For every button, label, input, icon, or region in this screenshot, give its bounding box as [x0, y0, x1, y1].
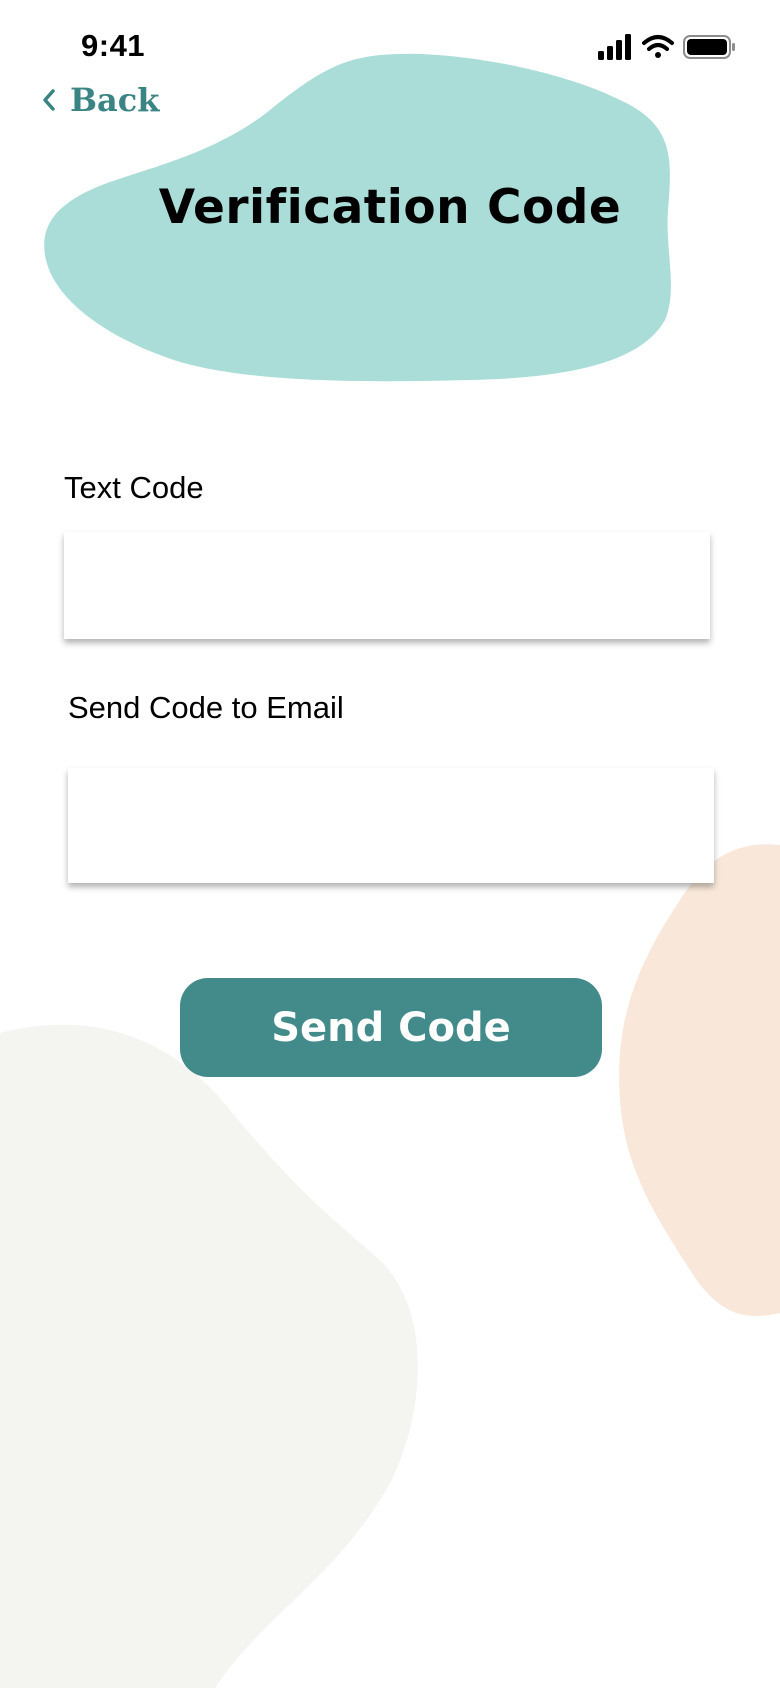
status-icons	[598, 34, 735, 60]
cellular-signal-icon	[598, 34, 631, 60]
text-code-label: Text Code	[64, 470, 204, 505]
battery-icon	[683, 35, 735, 59]
wifi-icon	[642, 35, 674, 58]
email-label: Send Code to Email	[68, 690, 344, 725]
gray-blob	[0, 1024, 418, 1688]
back-button[interactable]: Back	[40, 76, 159, 124]
chevron-left-icon	[43, 89, 55, 111]
back-label: Back	[70, 81, 160, 119]
send-code-button[interactable]: Send Code	[180, 978, 602, 1077]
text-code-input[interactable]	[64, 532, 710, 639]
email-input[interactable]	[68, 768, 714, 883]
page-title: Verification Code	[158, 180, 622, 235]
status-time: 9:41	[81, 28, 146, 63]
peach-blob	[619, 844, 780, 1316]
